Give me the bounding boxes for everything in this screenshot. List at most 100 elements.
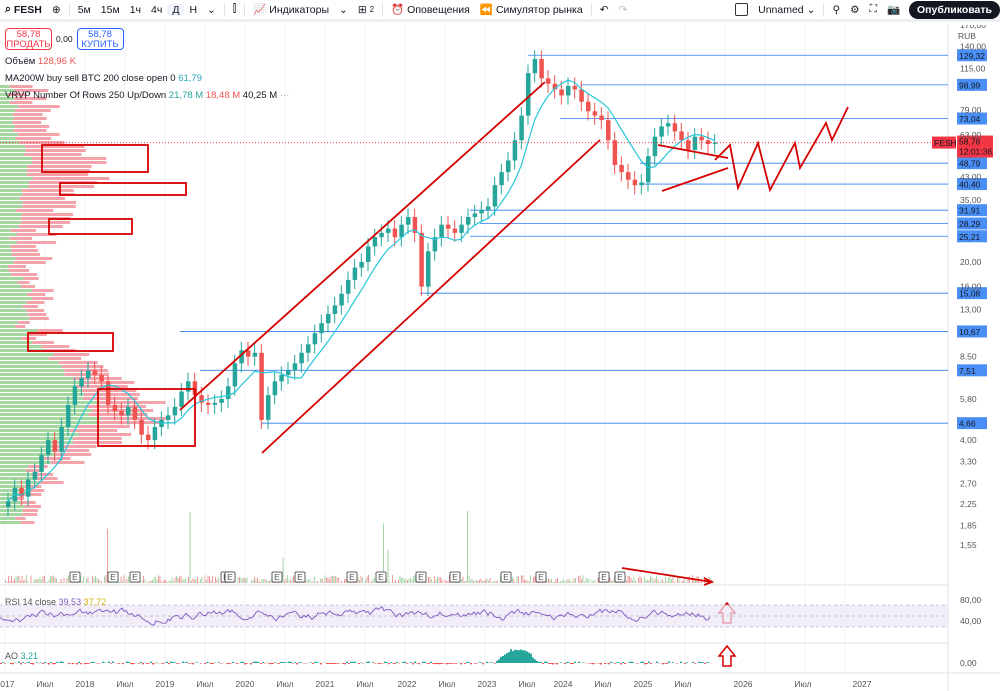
candle <box>33 472 38 480</box>
volume-bar <box>479 580 480 583</box>
symbol-search[interactable]: ⌕ FESH <box>0 3 47 16</box>
candles-icon[interactable]: ⫿ <box>228 3 241 16</box>
volume-profile-down-bar <box>42 345 70 348</box>
volume-bar <box>641 578 642 583</box>
volume-profile-up-bar <box>0 381 81 384</box>
volume-legend[interactable]: Объём 128,96 K <box>5 56 289 67</box>
candle <box>573 86 578 89</box>
volume-bar <box>37 579 38 583</box>
ao-bar <box>80 663 82 664</box>
rsi-legend[interactable]: RSI 14 close 39,53 37,72 <box>5 597 106 607</box>
volume-bar <box>410 578 411 583</box>
price-tick: 20,00 <box>960 257 982 267</box>
volume-bar <box>119 582 120 583</box>
volume-bar <box>34 580 35 583</box>
time-axis-label: 2021 <box>316 679 335 689</box>
volume-bar <box>604 582 605 583</box>
chevron-down-icon[interactable]: ⌄ <box>334 4 353 16</box>
volume-bar <box>266 580 267 583</box>
volume-profile-up-bar <box>0 389 82 392</box>
chevron-down-icon[interactable]: ⌄ <box>202 4 221 16</box>
volume-bar <box>565 581 566 583</box>
ao-bar <box>290 662 292 663</box>
ao-bar <box>528 653 530 663</box>
time-axis-label: Июл <box>36 679 53 689</box>
ao-bar <box>424 662 426 663</box>
ao-bar <box>252 662 254 663</box>
rsi-tick: 80,00 <box>960 595 982 605</box>
ao-bar <box>446 663 448 664</box>
candle <box>406 217 411 225</box>
interval-day[interactable]: Д <box>167 4 184 16</box>
volume-bar <box>554 582 555 583</box>
ao-bar <box>656 662 658 663</box>
vrvp-legend[interactable]: VRVP Number Of Rows 250 Up/Down 21,78 M … <box>5 90 289 101</box>
volume-bar <box>320 579 321 583</box>
ma-legend[interactable]: MA200W buy sell BTC 200 close open 0 61,… <box>5 73 289 84</box>
ao-bar <box>496 661 498 663</box>
level-label: 25,21 <box>959 232 981 242</box>
volume-bar <box>116 582 117 583</box>
ao-bar <box>672 662 674 663</box>
ao-legend[interactable]: AO 3,21 <box>5 651 38 661</box>
volume-bar <box>547 579 548 583</box>
buy-button[interactable]: 58,78 КУПИТЬ <box>77 28 124 50</box>
volume-bar <box>550 580 551 583</box>
ao-bar <box>10 663 12 664</box>
ao-bar <box>78 662 80 663</box>
volume-profile-up-bar <box>0 385 77 388</box>
quick-search-icon[interactable]: ⚲ <box>827 4 845 16</box>
interval-5m[interactable]: 5м <box>73 4 96 16</box>
publish-button[interactable]: Опубликовать <box>909 1 1000 19</box>
layout-checkbox[interactable] <box>730 3 753 16</box>
ao-bar <box>208 662 210 663</box>
volume-profile-down-bar <box>15 137 51 140</box>
fullscreen-icon[interactable]: ⛶ <box>865 3 882 16</box>
candle <box>339 294 344 306</box>
volume-bar <box>610 577 611 583</box>
redo-icon[interactable]: ↷ <box>614 4 633 16</box>
replay-button[interactable]: ⏪ Симулятор рынка <box>475 3 588 16</box>
interval-1h[interactable]: 1ч <box>125 4 146 16</box>
volume-bar <box>83 576 84 583</box>
volume-bar <box>310 579 311 583</box>
price-chart[interactable]: 129,3298,9973,0448,7940,4031,9128,2925,2… <box>0 25 1000 691</box>
volume-profile-up-bar <box>0 169 27 172</box>
sell-button[interactable]: 58,78 ПРОДАТЬ <box>5 28 52 50</box>
undo-icon[interactable]: ↶ <box>595 4 614 16</box>
layouts-icon[interactable]: ⊞ 2 <box>353 4 379 16</box>
ao-bar <box>332 663 334 664</box>
level-label: 28,29 <box>959 219 981 229</box>
settings-icon[interactable]: ⚙ <box>845 4 864 16</box>
volume-profile-down-bar <box>38 481 63 484</box>
ao-bar <box>504 655 506 663</box>
ao-bar <box>330 663 332 664</box>
volume-bar <box>532 582 533 583</box>
volume-profile-down-bar <box>24 153 81 156</box>
camera-icon[interactable]: 📷 <box>882 3 905 16</box>
ao-bar <box>372 662 374 663</box>
layout-name[interactable]: Unnamed ⌄ <box>753 4 820 16</box>
volume-bar <box>667 582 668 583</box>
earnings-marker-label: E <box>349 572 355 582</box>
ao-bar <box>704 663 706 664</box>
volume-bar <box>613 580 614 583</box>
volume-bar <box>484 581 485 583</box>
ao-bar <box>336 663 338 664</box>
add-symbol-button[interactable]: ⊕ <box>47 4 66 16</box>
alerts-button[interactable]: ⏰ Оповещения <box>386 3 475 16</box>
earnings-marker-label: E <box>110 572 116 582</box>
ao-bar <box>520 650 522 663</box>
ao-bar <box>152 663 154 664</box>
volume-profile-up-bar <box>0 145 25 148</box>
volume-bar <box>205 576 206 583</box>
volume-bar <box>314 576 315 583</box>
interval-15m[interactable]: 15м <box>96 4 125 16</box>
volume-profile-down-bar <box>28 313 46 316</box>
currency-label: RUB <box>958 31 976 41</box>
volume-profile-up-bar <box>0 257 16 260</box>
indicators-button[interactable]: 📈 Индикаторы <box>248 3 334 16</box>
interval-4h[interactable]: 4ч <box>146 4 167 16</box>
interval-week[interactable]: Н <box>184 4 202 16</box>
candle <box>579 89 584 101</box>
